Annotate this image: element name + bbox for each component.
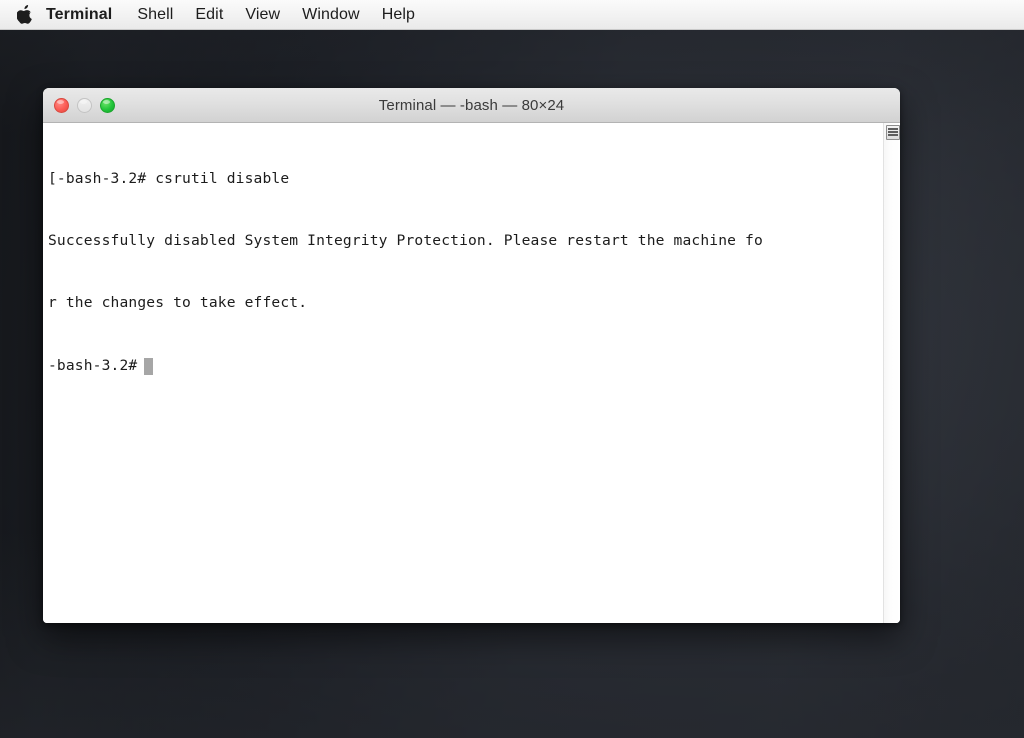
menu-item-edit[interactable]: Edit xyxy=(184,0,234,30)
minimize-button[interactable] xyxy=(77,97,92,113)
menu-item-shell[interactable]: Shell xyxy=(126,0,184,30)
scrollbar-thumb[interactable] xyxy=(886,125,900,140)
terminal-line: Successfully disabled System Integrity P… xyxy=(48,231,763,249)
scrollbar-thumb-line xyxy=(888,128,898,130)
close-button[interactable] xyxy=(54,97,69,113)
terminal-scrollbar[interactable] xyxy=(883,123,900,623)
window-titlebar[interactable]: Terminal — -bash — 80×24 xyxy=(43,88,900,123)
menu-item-help[interactable]: Help xyxy=(371,0,426,30)
zoom-button[interactable] xyxy=(100,97,115,113)
terminal-content-area[interactable]: [-bash-3.2# csrutil disable Successfully… xyxy=(43,123,900,623)
terminal-window[interactable]: Terminal — -bash — 80×24 [-bash-3.2# csr… xyxy=(43,88,900,623)
menu-bar: Terminal Shell Edit View Window Help xyxy=(0,0,1024,30)
terminal-prompt-line: -bash-3.2# xyxy=(48,356,883,377)
scrollbar-thumb-line xyxy=(888,131,898,133)
terminal-output[interactable]: [-bash-3.2# csrutil disable Successfully… xyxy=(43,123,883,623)
window-controls xyxy=(54,88,115,122)
terminal-line: [-bash-3.2# csrutil disable xyxy=(48,169,290,187)
menu-item-view[interactable]: View xyxy=(234,0,291,30)
terminal-cursor xyxy=(144,357,154,375)
terminal-prompt: -bash-3.2# xyxy=(48,356,138,374)
menu-item-terminal[interactable]: Terminal xyxy=(40,0,126,30)
menu-item-window[interactable]: Window xyxy=(291,0,371,30)
terminal-line: r the changes to take effect. xyxy=(48,294,308,312)
window-resize-grip[interactable] xyxy=(884,607,900,623)
window-title: Terminal — -bash — 80×24 xyxy=(378,96,565,114)
apple-logo-icon[interactable] xyxy=(10,0,40,30)
scrollbar-thumb-line xyxy=(888,134,898,136)
